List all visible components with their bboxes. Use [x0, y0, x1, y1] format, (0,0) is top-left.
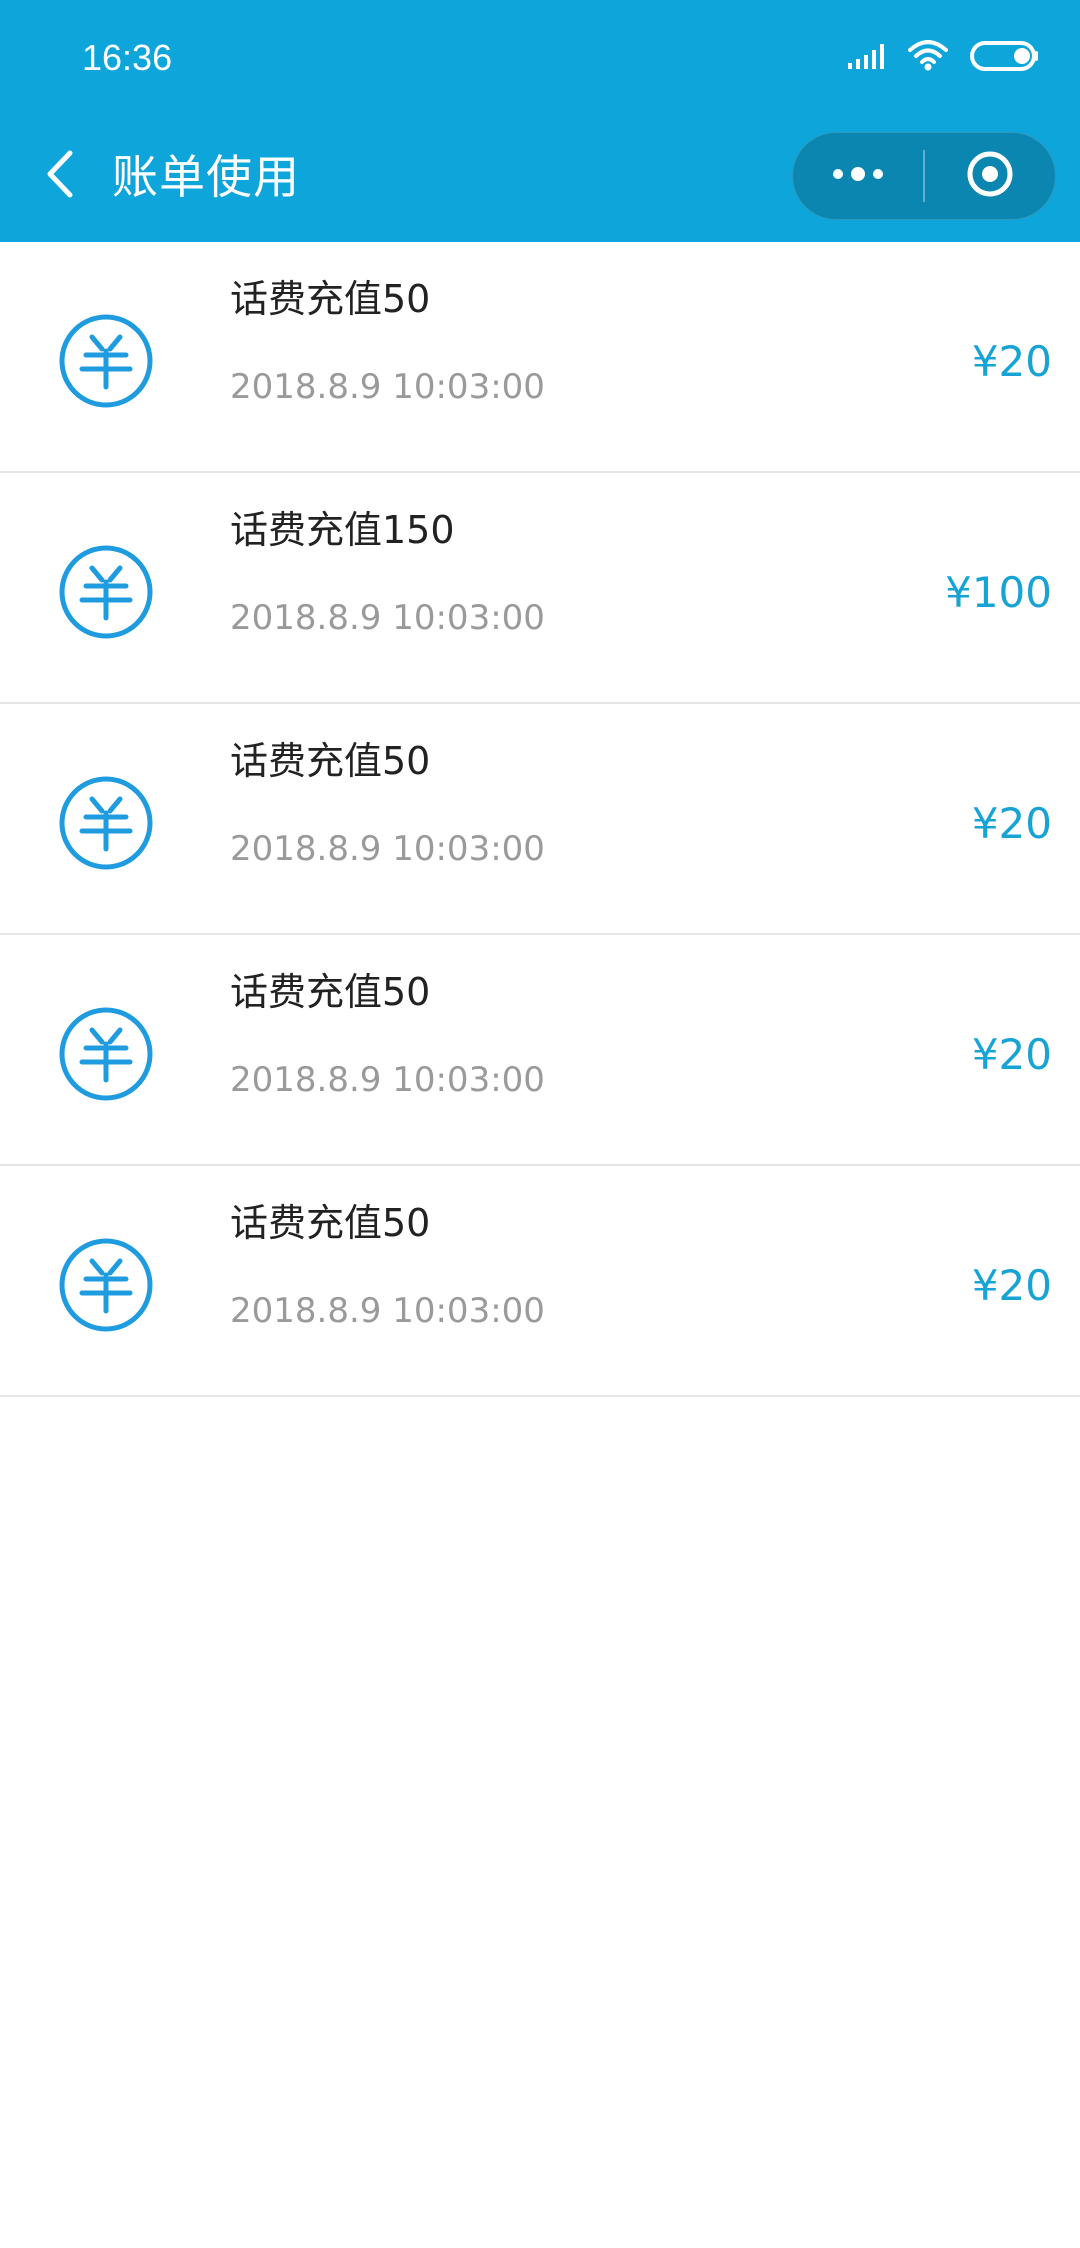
close-button[interactable]: [925, 132, 1055, 220]
yen-circle-icon: [58, 1006, 154, 1102]
bill-list: 话费充值50 2018.8.9 10:03:00 ¥20 话费充值150 201…: [0, 242, 1080, 1397]
target-icon: [965, 149, 1015, 203]
bill-list-item[interactable]: 话费充值150 2018.8.9 10:03:00 ¥100: [0, 473, 1080, 704]
bill-time: 2018.8.9 10:03:00: [230, 1291, 545, 1331]
bill-list-item[interactable]: 话费充值50 2018.8.9 10:03:00 ¥20: [0, 704, 1080, 935]
bill-list-item[interactable]: 话费充值50 2018.8.9 10:03:00 ¥20: [0, 1166, 1080, 1397]
bill-title: 话费充值50: [230, 277, 431, 321]
bill-amount: ¥20: [971, 1261, 1052, 1310]
yen-circle-icon: [58, 313, 154, 409]
yen-circle-icon: [58, 544, 154, 640]
more-button[interactable]: [793, 132, 923, 220]
bill-time: 2018.8.9 10:03:00: [230, 367, 545, 407]
navigation-bar: 账单使用: [0, 128, 1080, 226]
bill-title: 话费充值150: [230, 508, 455, 552]
miniprogram-capsule: [792, 132, 1056, 220]
battery-icon: [970, 39, 1040, 77]
bill-time: 2018.8.9 10:03:00: [230, 598, 545, 638]
wifi-icon: [908, 40, 948, 76]
bill-time: 2018.8.9 10:03:00: [230, 829, 545, 869]
bill-amount: ¥20: [971, 799, 1052, 848]
chevron-left-icon: [42, 147, 78, 205]
page-title: 账单使用: [112, 150, 300, 204]
status-icons: [848, 36, 1040, 80]
bill-amount: ¥100: [945, 568, 1052, 617]
status-time: 16:36: [82, 37, 173, 78]
signal-icon: [848, 41, 886, 75]
back-button[interactable]: [30, 146, 90, 206]
bill-title: 话费充值50: [230, 739, 431, 783]
yen-circle-icon: [58, 775, 154, 871]
top-bar: 16:36 账单使用: [0, 0, 1080, 242]
bill-amount: ¥20: [971, 1030, 1052, 1079]
bill-list-item[interactable]: 话费充值50 2018.8.9 10:03:00 ¥20: [0, 935, 1080, 1166]
bill-list-item[interactable]: 话费充值50 2018.8.9 10:03:00 ¥20: [0, 242, 1080, 473]
bill-title: 话费充值50: [230, 1201, 431, 1245]
yen-circle-icon: [58, 1237, 154, 1333]
more-dots-icon: [830, 164, 886, 188]
bill-amount: ¥20: [971, 337, 1052, 386]
bill-time: 2018.8.9 10:03:00: [230, 1060, 545, 1100]
bill-title: 话费充值50: [230, 970, 431, 1014]
